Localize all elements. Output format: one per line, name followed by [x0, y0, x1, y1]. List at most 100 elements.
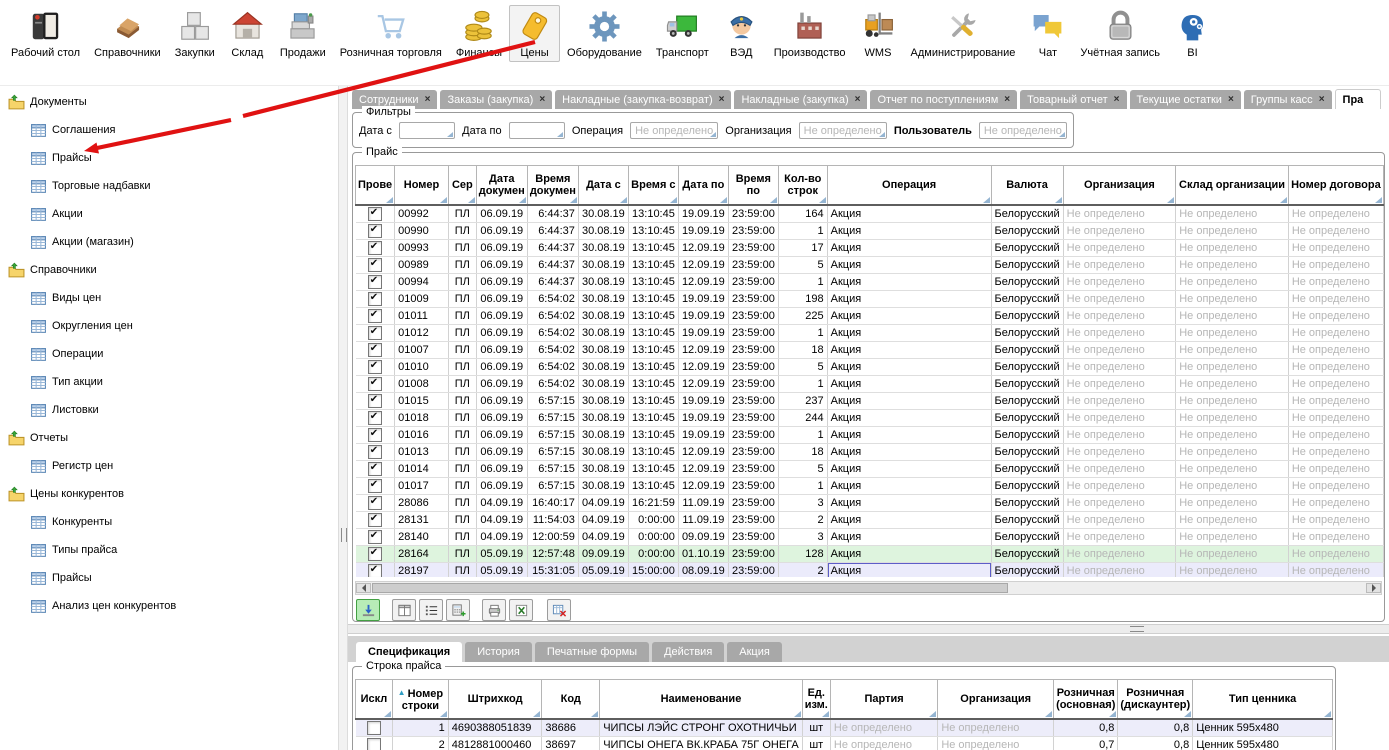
cell[interactable]: Ценник 595x480: [1193, 719, 1333, 737]
cell[interactable]: Белорусский: [991, 342, 1063, 359]
cell[interactable]: Не определено: [1176, 257, 1289, 274]
cell[interactable]: 06.09.19: [476, 223, 527, 240]
table-row[interactable]: 28140ПЛ04.09.1912:00:5904.09.190:00:0009…: [356, 529, 1384, 546]
cell[interactable]: 19.09.19: [678, 223, 728, 240]
date-to-input[interactable]: [509, 122, 565, 139]
column-header-0[interactable]: Прове: [356, 166, 395, 206]
autofilter-button[interactable]: [356, 599, 380, 621]
cell[interactable]: Белорусский: [991, 359, 1063, 376]
column-header-14[interactable]: Номер договора: [1288, 166, 1383, 206]
column-header-3[interactable]: Дата докумен: [476, 166, 527, 206]
cell[interactable]: [356, 719, 393, 737]
table-row[interactable]: 2481288100046038697ЧИПСЫ ОНЕГА ВК.КРАБА …: [356, 737, 1333, 750]
column-header-8[interactable]: Время по: [728, 166, 778, 206]
cell[interactable]: 01011: [395, 308, 449, 325]
column-header-1[interactable]: ▲Номер строки: [392, 680, 448, 720]
row-checkbox[interactable]: [368, 530, 382, 544]
bottom-tab-3[interactable]: Действия: [652, 642, 724, 662]
cell[interactable]: 3: [778, 529, 827, 546]
row-checkbox[interactable]: [368, 428, 382, 442]
print-button[interactable]: [482, 599, 506, 621]
cell[interactable]: ПЛ: [448, 478, 476, 495]
cell[interactable]: Не определено: [1063, 529, 1176, 546]
cell[interactable]: [356, 325, 395, 342]
cell[interactable]: 23:59:00: [728, 512, 778, 529]
cell[interactable]: 23:59:00: [728, 308, 778, 325]
cell[interactable]: 23:59:00: [728, 461, 778, 478]
cell[interactable]: ПЛ: [448, 205, 476, 223]
export-excel-button[interactable]: [509, 599, 533, 621]
toolbar-item-warehouse[interactable]: Склад: [222, 5, 273, 62]
row-checkbox[interactable]: [368, 360, 382, 374]
cell[interactable]: Акция: [827, 393, 991, 410]
cell[interactable]: 23:59:00: [728, 291, 778, 308]
user-input[interactable]: Не определено: [979, 122, 1067, 139]
cell[interactable]: ЧИПСЫ ЛЭЙС СТРОНГ ОХОТНИЧЬИ: [600, 719, 803, 737]
cell[interactable]: 0,8: [1118, 737, 1193, 750]
table-row[interactable]: 01011ПЛ06.09.196:54:0230.08.1913:10:4519…: [356, 308, 1384, 325]
cell[interactable]: 6:54:02: [527, 376, 578, 393]
cell[interactable]: Акция: [827, 529, 991, 546]
close-icon[interactable]: ×: [1114, 95, 1120, 105]
panel-splitter[interactable]: [348, 624, 1389, 634]
cell[interactable]: Акция: [827, 291, 991, 308]
cell[interactable]: 13:10:45: [628, 478, 678, 495]
bottom-tab-0[interactable]: Спецификация: [356, 642, 462, 662]
cell[interactable]: ЧИПСЫ ОНЕГА ВК.КРАБА 75Г ОНЕГА: [600, 737, 803, 750]
toolbar-item-truck[interactable]: Транспорт: [649, 5, 716, 62]
cell[interactable]: [356, 393, 395, 410]
column-header-7[interactable]: Дата по: [678, 166, 728, 206]
operation-input[interactable]: Не определено: [630, 122, 718, 139]
cell[interactable]: 30.08.19: [578, 291, 628, 308]
close-icon[interactable]: ×: [719, 95, 725, 105]
cell[interactable]: Не определено: [1288, 359, 1383, 376]
column-header-8[interactable]: Розничная (основная): [1054, 680, 1118, 720]
cell[interactable]: 1: [778, 325, 827, 342]
cell[interactable]: 12.09.19: [678, 461, 728, 478]
cell[interactable]: Не определено: [1176, 393, 1289, 410]
tree-leaf-3[interactable]: Торговые надбавки: [30, 174, 150, 198]
cell[interactable]: 11.09.19: [678, 512, 728, 529]
cell[interactable]: Не определено: [1288, 410, 1383, 427]
cell[interactable]: 12.09.19: [678, 478, 728, 495]
cell[interactable]: 12.09.19: [678, 359, 728, 376]
tree-folder-12[interactable]: Отчеты: [8, 426, 68, 450]
cell[interactable]: 6:54:02: [527, 325, 578, 342]
cell[interactable]: 1: [778, 376, 827, 393]
cell[interactable]: ПЛ: [448, 393, 476, 410]
horizontal-scrollbar[interactable]: [355, 581, 1382, 595]
cell[interactable]: Не определено: [1063, 495, 1176, 512]
cell[interactable]: 01015: [395, 393, 449, 410]
cell[interactable]: 12.09.19: [678, 274, 728, 291]
cell[interactable]: 6:57:15: [527, 444, 578, 461]
cell[interactable]: 09.09.19: [678, 529, 728, 546]
cell[interactable]: Акция: [827, 205, 991, 223]
cell[interactable]: 04.09.19: [578, 512, 628, 529]
cell[interactable]: Не определено: [1288, 495, 1383, 512]
cell[interactable]: 13:10:45: [628, 393, 678, 410]
cell[interactable]: Акция: [827, 410, 991, 427]
close-icon[interactable]: ×: [1319, 95, 1325, 105]
cell[interactable]: 19.09.19: [678, 205, 728, 223]
cell[interactable]: 01.10.19: [678, 546, 728, 563]
row-checkbox[interactable]: [367, 738, 381, 750]
cell[interactable]: 225: [778, 308, 827, 325]
cell[interactable]: [356, 257, 395, 274]
cell[interactable]: 30.08.19: [578, 342, 628, 359]
cell[interactable]: Не определено: [1288, 427, 1383, 444]
cell[interactable]: [356, 563, 395, 578]
cell[interactable]: 13:10:45: [628, 410, 678, 427]
toolbar-item-bi-head[interactable]: BI: [1167, 5, 1218, 62]
cell[interactable]: 06.09.19: [476, 291, 527, 308]
cell[interactable]: Белорусский: [991, 410, 1063, 427]
cell[interactable]: 23:59:00: [728, 240, 778, 257]
cell[interactable]: 19.09.19: [678, 427, 728, 444]
row-checkbox[interactable]: [368, 496, 382, 510]
cell[interactable]: 23:59:00: [728, 563, 778, 578]
cell[interactable]: Не определено: [1176, 427, 1289, 444]
bottom-tab-4[interactable]: Акция: [727, 642, 782, 662]
cell[interactable]: Акция: [827, 444, 991, 461]
cell[interactable]: 06.09.19: [476, 325, 527, 342]
cell[interactable]: 00990: [395, 223, 449, 240]
tree-leaf-7[interactable]: Виды цен: [30, 286, 101, 310]
